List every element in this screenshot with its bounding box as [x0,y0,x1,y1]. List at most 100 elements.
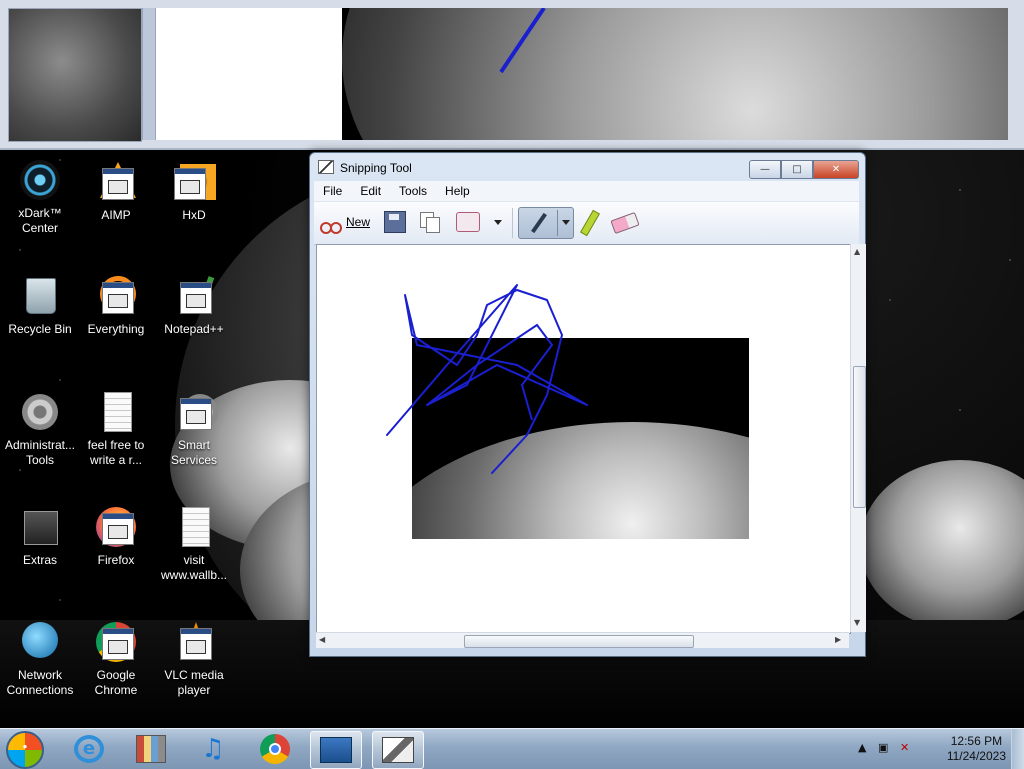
vlc-icon [172,620,216,664]
close-button[interactable]: ✕ [813,160,859,179]
remote-desktop-icon [320,737,352,763]
highlighter-button[interactable] [580,209,600,237]
eraser-button[interactable] [610,211,640,235]
snipping-tool-window[interactable]: Snipping Tool — □ ✕ File Edit Tools Help… [309,152,866,657]
desktop-icon-label: Extras [22,553,57,567]
desktop-icon-text-file[interactable]: feel free to write a r... [76,390,156,468]
text-file-icon [94,390,138,434]
desktop-icon-label: Administrat... Tools [4,438,76,467]
horizontal-scrollbar[interactable]: ◀ ▶ [316,632,849,648]
pen-scribble [386,284,588,474]
snipping-tool-icon [382,737,414,763]
desktop-icon-extras[interactable]: Extras [0,505,80,568]
magnifier-splitter[interactable] [142,8,156,140]
scroll-left-arrow-icon[interactable]: ◀ [319,635,325,644]
admin-tools-icon [18,390,62,434]
desktop-icon-label: feel free to write a r... [87,438,145,467]
volume-muted-icon[interactable]: ✕ [900,741,909,754]
menu-tools[interactable]: Tools [390,184,436,198]
scroll-right-arrow-icon[interactable]: ▶ [835,635,841,644]
scissors-icon [320,212,342,234]
maximize-button[interactable]: □ [781,160,813,179]
minimize-button[interactable]: — [749,160,781,179]
new-snip-button[interactable]: New [320,210,370,234]
pen-tool-button[interactable] [518,207,574,239]
desktop-icon-admin-tools[interactable]: Administrat... Tools [0,390,80,468]
taskbar-chrome[interactable] [250,731,300,767]
new-snip-label: New [346,215,371,229]
desktop-icon-visit[interactable]: visit www.wallb... [154,505,234,583]
copy-button[interactable] [420,210,440,234]
taskbar-internet-explorer[interactable]: e [64,731,114,767]
desktop-icon-xdark[interactable]: xDark™ Center [0,158,80,236]
taskbar-remote-desktop[interactable] [310,731,362,769]
window-title: Snipping Tool [340,161,412,175]
taskbar-media-player[interactable]: ♫ [188,731,238,767]
libraries-icon [136,735,166,763]
save-icon [384,211,406,233]
desktop-icon-label: visit www.wallb... [160,553,228,582]
chevron-down-icon [494,219,502,225]
recycle-bin-icon [18,274,62,318]
desktop-icon-everything[interactable]: Everything [76,274,156,337]
send-snip-button[interactable] [456,210,480,234]
menu-bar: File Edit Tools Help [314,181,859,201]
toolbar: New [314,201,859,245]
desktop-icon-aimp[interactable]: AIMP [76,160,156,223]
desktop-icon-label: HxD [182,208,206,222]
desktop-icon-label: Firefox [97,553,135,567]
desktop-icon-label: Network Connections [6,668,74,697]
window-titlebar[interactable]: Snipping Tool [318,160,412,178]
taskbar-snipping-tool[interactable] [372,731,424,769]
save-snip-button[interactable] [384,210,406,234]
desktop-icon-network[interactable]: Network Connections [0,620,80,698]
aimp-icon [94,160,138,204]
chevron-down-icon[interactable] [562,220,570,225]
everything-icon [94,274,138,318]
show-hidden-icons-icon[interactable]: ▲ [858,741,866,754]
desktop-icon-label: Notepad++ [164,322,224,336]
taskbar-libraries[interactable] [126,731,176,767]
firefox-icon [94,505,138,549]
text-file-icon [172,505,216,549]
vertical-scroll-thumb[interactable] [853,366,866,508]
magnifier-zoom-view [156,8,1008,140]
snip-canvas[interactable] [316,244,851,634]
desktop-icon-label: Recycle Bin [8,322,72,336]
show-desktop-button[interactable] [1011,729,1024,769]
menu-file[interactable]: File [314,184,351,198]
pen-split-divider [557,210,558,236]
pen-icon [531,212,547,234]
desktop-icon-firefox[interactable]: Firefox [76,505,156,568]
hxd-icon: D [172,160,216,204]
scroll-up-arrow-icon[interactable]: ▲ [854,247,860,256]
clock-date: 11/24/2023 [946,749,1006,763]
desktop-icon-smart-services[interactable]: Smart Services [154,390,234,468]
menu-help[interactable]: Help [436,184,479,198]
desktop-icon-label: Smart Services [170,438,217,467]
chrome-icon [94,620,138,664]
send-snip-dropdown[interactable] [494,210,502,234]
scroll-down-arrow-icon[interactable]: ▼ [854,618,860,627]
desktop-icon-hxd[interactable]: D HxD [154,160,234,223]
taskbar: e ♫ ▲ ▣ ✕ 12:56 PM 11/24/2023 [0,728,1024,769]
vertical-scrollbar[interactable]: ▲ ▼ [850,244,866,632]
magnifier-ink-stroke [499,8,546,74]
clock-time: 12:56 PM [950,734,1003,748]
clock[interactable]: 12:56 PM 11/24/2023 [947,734,1006,764]
desktop-icon-label: VLC media player [164,668,224,697]
start-button[interactable] [6,731,44,769]
desktop-icon-recycle-bin[interactable]: Recycle Bin [0,274,80,337]
desktop-icon-notepadpp[interactable]: Notepad++ [154,274,234,337]
xdark-icon [18,158,62,202]
snipping-tool-icon [318,160,334,174]
horizontal-scroll-thumb[interactable] [464,635,694,648]
desktop-icon-label: AIMP [101,208,131,222]
desktop-icon-chrome[interactable]: Google Chrome [76,620,156,698]
send-icon [456,212,480,232]
desktop-icon-label: Google Chrome [94,668,138,697]
desktop-icon-vlc[interactable]: VLC media player [154,620,234,698]
menu-edit[interactable]: Edit [351,184,390,198]
network-tray-icon[interactable]: ▣ [878,741,888,754]
notepadpp-icon [172,274,216,318]
